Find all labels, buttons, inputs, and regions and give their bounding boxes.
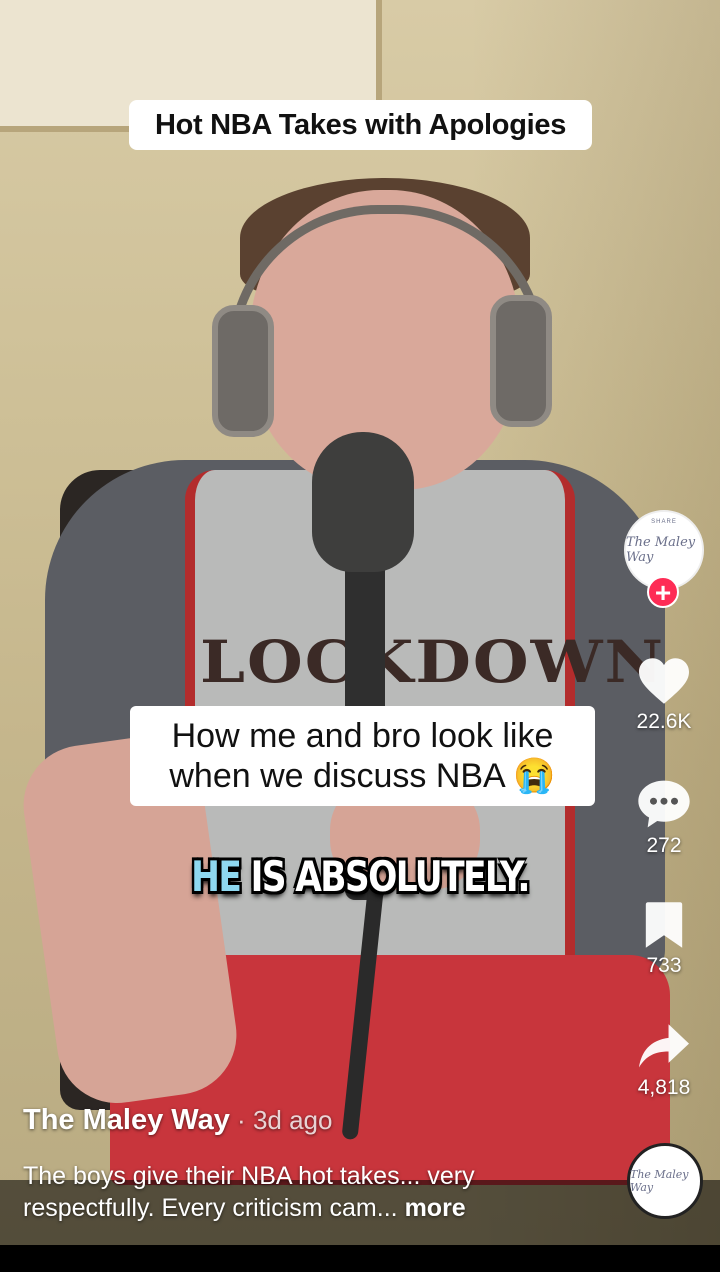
post-meta: The Maley Way · 3d ago (23, 1104, 332, 1137)
avatar-ring-text: SHARE (651, 519, 677, 525)
meme-line-1: How me and bro look like (171, 717, 554, 755)
author-name[interactable]: The Maley Way (23, 1104, 230, 1136)
caption-rest: IS ABSOLUTELY. (240, 852, 531, 901)
bookmark-count: 733 (646, 954, 682, 977)
like-count: 22.6K (636, 710, 692, 733)
follow-button[interactable]: + (647, 576, 679, 608)
more-button[interactable]: more (405, 1194, 466, 1222)
like-button[interactable]: 22.6K (624, 656, 704, 734)
microphone (312, 432, 414, 572)
video-title-overlay: Hot NBA Takes with Apologies (129, 100, 592, 150)
comment-icon (638, 780, 690, 828)
post-age: 3d ago (252, 1105, 333, 1135)
music-disc[interactable]: The Maley Way (627, 1143, 703, 1219)
meta-separator: · (229, 1105, 253, 1135)
post-description: The boys give their NBA hot takes... ver… (23, 1160, 583, 1224)
music-disc-logo: The Maley Way (630, 1168, 689, 1194)
share-button[interactable]: 4,818 (624, 1022, 704, 1100)
caption-highlight-word: HE (191, 852, 242, 901)
share-count: 4,818 (637, 1076, 691, 1099)
bottom-bar (0, 1245, 720, 1272)
meme-text-overlay: How me and bro look like when we discuss… (130, 706, 595, 806)
headphone-left (212, 305, 274, 437)
headphone-right (490, 295, 552, 427)
meme-line-2: when we discuss NBA 😭 (169, 757, 556, 795)
comment-button[interactable]: 272 (624, 778, 704, 858)
share-icon (639, 1024, 689, 1068)
bookmark-button[interactable]: 733 (624, 900, 704, 978)
subtitle-caption: HE IS ABSOLUTELY. (65, 852, 655, 901)
avatar-logo-text: The Maley Way (626, 535, 696, 565)
comment-count: 272 (646, 834, 682, 857)
video-player[interactable]: LOCKDOWN (0, 0, 720, 1245)
bookmark-icon (645, 902, 683, 948)
heart-icon (639, 658, 689, 704)
